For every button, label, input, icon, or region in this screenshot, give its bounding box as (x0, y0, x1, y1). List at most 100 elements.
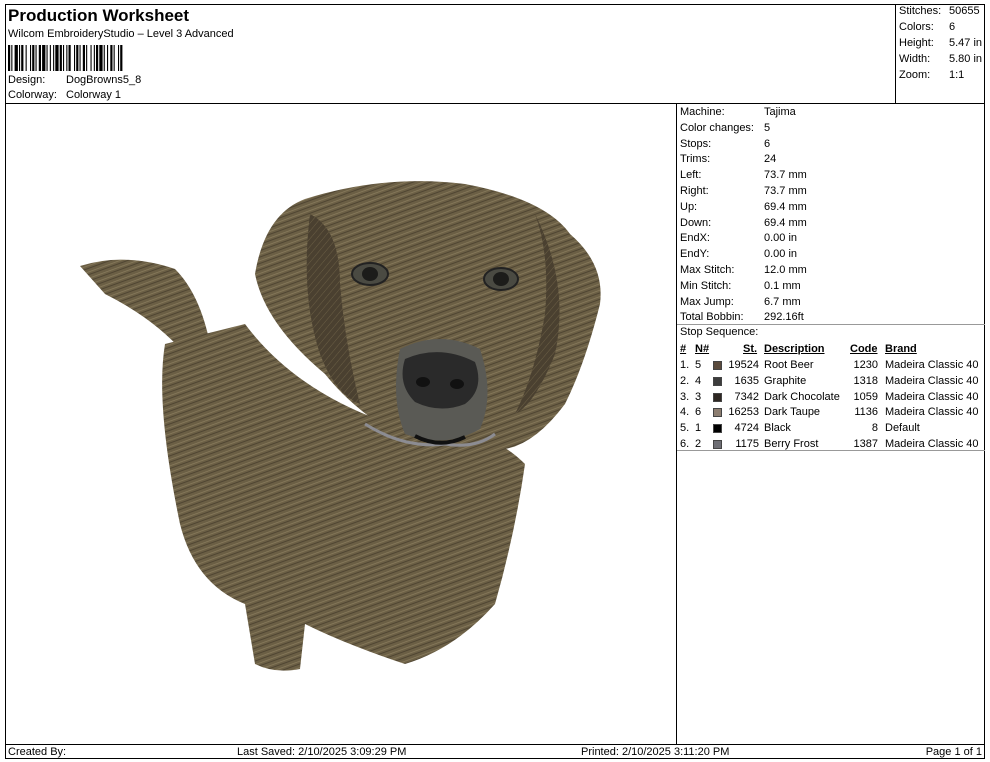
info-value: 6 (764, 137, 771, 150)
sequence-cell-code: 1230 (853, 359, 878, 371)
page-number: Page 1 of 1 (925, 746, 982, 758)
sequence-cell-st: 1635 (734, 374, 759, 387)
col-st-header: St. (743, 343, 758, 355)
stat-value: 5.47 in (949, 37, 983, 49)
info-label: Machine: (680, 106, 725, 118)
sequence-cell-code: 1318 (853, 374, 878, 387)
sequence-cell-num: 1. (680, 359, 690, 371)
stat-value: 5.80 in (949, 53, 983, 65)
sequence-cell-num: 3. (680, 390, 690, 403)
stat-height: Height: 5.47 in (899, 37, 982, 49)
info-label: Max Jump: (680, 295, 734, 308)
created-by: Created By: (8, 746, 67, 758)
stat-value: 6 (949, 21, 956, 33)
sequence-cell-st: 7342 (734, 390, 759, 403)
sequence-divider (677, 450, 985, 451)
info-label: Up: (680, 200, 698, 213)
info-value: 69.4 mm (764, 200, 807, 213)
info-label: Max Stitch: (680, 264, 735, 276)
sequence-cell-desc: Dark Taupe (764, 406, 821, 419)
info-label: Trims: (680, 153, 711, 166)
machine-info-row: Max Stitch: 12.0 mm (680, 264, 807, 276)
sequence-cell-n: 5 (695, 359, 702, 371)
stop-sequence-label: Stop Sequence: (680, 326, 759, 338)
machine-info-row: Up: 69.4 mm (680, 201, 807, 213)
sequence-cell-brand: Madeira Classic 40 (885, 406, 979, 419)
machine-info-row: Right: 73.7 mm (680, 185, 807, 197)
info-value: 0.1 mm (764, 279, 801, 292)
info-label: Color changes: (680, 121, 754, 134)
info-value: 6.7 mm (764, 295, 801, 308)
col-brand-header: Brand (885, 343, 917, 355)
colorway-label: Colorway: (8, 89, 57, 101)
thread-color-swatch (713, 424, 722, 434)
info-label: Stops: (680, 137, 712, 150)
info-label: Left: (680, 169, 702, 182)
stat-label: Height: (899, 37, 934, 49)
sequence-cell-brand: Madeira Classic 40 (885, 390, 979, 403)
info-label: EndX: (680, 232, 710, 245)
sequence-cell-st: 1175 (735, 438, 759, 450)
sequence-cell-num: 5. (680, 422, 690, 435)
sequence-cell-st: 19524 (728, 359, 759, 371)
info-value: 73.7 mm (764, 169, 807, 182)
design-label: Design: (8, 74, 46, 86)
stat-label: Colors: (899, 21, 934, 33)
col-n-header: N# (695, 343, 710, 355)
info-value: 24 (764, 153, 777, 166)
info-value: 69.4 mm (764, 216, 807, 229)
sequence-cell-num: 4. (680, 406, 690, 419)
info-divider (677, 324, 985, 325)
info-value: 292.16ft (764, 311, 804, 324)
stat-stitches: Stitches: 50655 (899, 5, 980, 17)
info-label: Min Stitch: (680, 279, 732, 292)
stat-label: Stitches: (899, 5, 942, 17)
sequence-cell-st: 16253 (728, 406, 759, 419)
info-label: Total Bobbin: (680, 311, 744, 324)
sequence-cell-desc: Root Beer (764, 359, 814, 371)
software-name: Wilcom EmbroideryStudio – Level 3 Advanc… (8, 28, 234, 40)
sequence-cell-code: 8 (871, 422, 878, 435)
thread-color-swatch (713, 392, 722, 402)
info-value: 0.00 in (764, 232, 798, 245)
design-preview (5, 104, 677, 744)
thread-color-swatch (713, 408, 722, 418)
colorway-row: Colorway: Colorway 1 (8, 89, 121, 101)
sequence-cell-n: 2 (695, 438, 702, 450)
machine-info-row: Color changes: 5 (680, 122, 770, 134)
info-value: 12.0 mm (764, 264, 807, 276)
design-stats: Stitches: 50655 Colors: 6 Height: 5.47 in W… (895, 4, 985, 104)
design-row: Design: DogBrowns5_8 (8, 74, 141, 86)
thread-color-swatch (713, 440, 722, 449)
sequence-cell-code: 1136 (854, 406, 878, 419)
stat-label: Zoom: (899, 69, 931, 81)
info-value: 73.7 mm (764, 185, 807, 197)
machine-info-row: EndX: 0.00 in (680, 232, 797, 244)
machine-info-row: Down: 69.4 mm (680, 217, 807, 229)
info-label: Right: (680, 185, 709, 197)
last-saved: Last Saved: 2/10/2025 3:09:29 PM (237, 746, 407, 758)
sequence-cell-brand: Madeira Classic 40 (885, 374, 979, 387)
machine-info-row: Stops: 6 (680, 138, 770, 150)
thread-color-swatch (713, 376, 722, 386)
sequence-cell-st: 4724 (734, 422, 759, 435)
machine-info-row: Machine: Tajima (680, 106, 796, 118)
machine-info-row: EndY: 0.00 in (680, 248, 797, 260)
printed-date: Printed: 2/10/2025 3:11:20 PM (581, 746, 730, 758)
info-label: Down: (680, 216, 712, 229)
sequence-cell-num: 6. (680, 438, 690, 450)
col-num-header: # (680, 343, 687, 355)
col-desc-header: Description (764, 343, 825, 355)
sequence-cell-n: 3 (695, 390, 702, 403)
worksheet-footer: Created By: Last Saved: 2/10/2025 3:09:2… (5, 744, 985, 759)
info-value: 0.00 in (764, 248, 798, 261)
stat-value: 50655 (949, 5, 980, 17)
sequence-cell-brand: Madeira Classic 40 (885, 438, 979, 450)
stat-label: Width: (899, 53, 931, 65)
info-value: Tajima (764, 106, 796, 118)
sequence-cell-brand: Default (885, 422, 920, 435)
barcode-icon (8, 45, 123, 71)
stat-value: 1:1 (949, 69, 965, 81)
sequence-cell-n: 6 (695, 406, 702, 419)
sequence-cell-desc: Dark Chocolate (764, 390, 840, 403)
